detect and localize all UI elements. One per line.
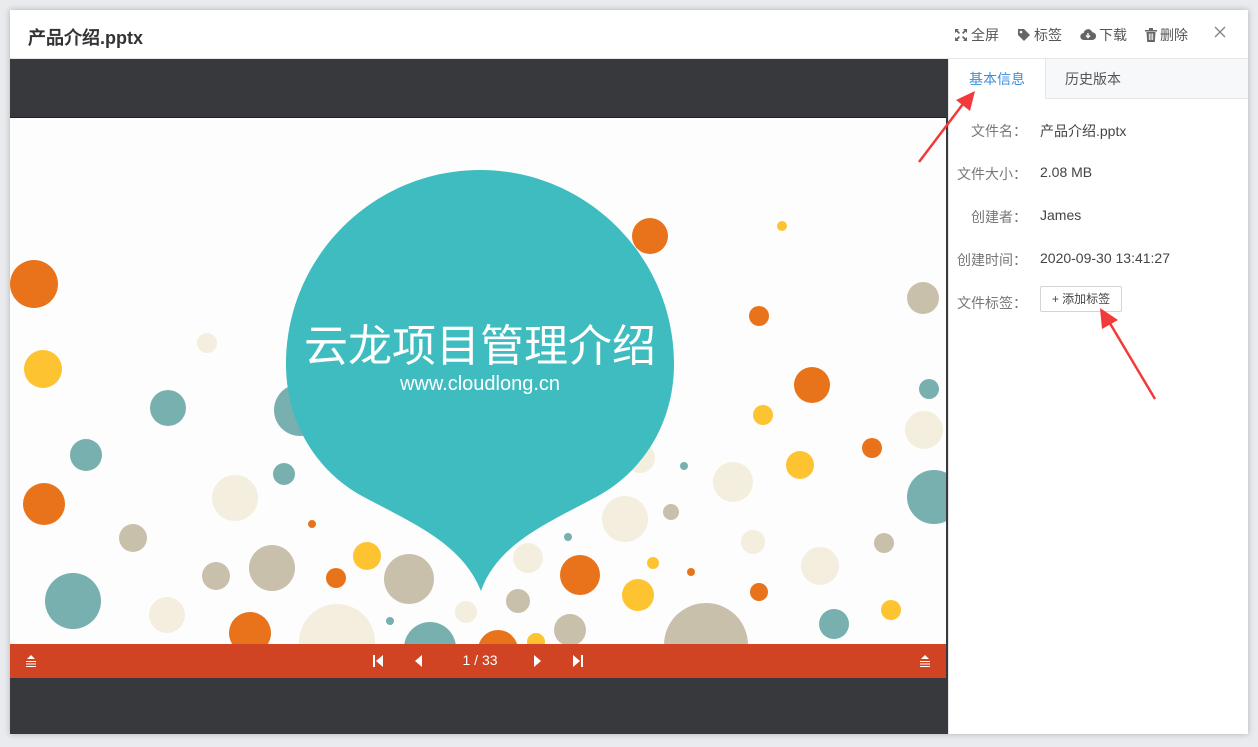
skip-to-start-icon bbox=[373, 655, 383, 667]
caret-left-icon bbox=[415, 655, 422, 667]
trash-icon bbox=[1145, 28, 1157, 42]
expand-icon bbox=[955, 29, 967, 41]
last-page-button[interactable] bbox=[570, 644, 586, 678]
page-indicator: 1 / 33 bbox=[462, 652, 498, 668]
close-icon[interactable] bbox=[1210, 22, 1230, 42]
tag-icon bbox=[1018, 29, 1030, 41]
previous-page-button[interactable] bbox=[410, 644, 426, 678]
download-button[interactable]: 下载 bbox=[1080, 25, 1127, 45]
annotation-arrow-icon bbox=[1100, 308, 1157, 400]
delete-label: 删除 bbox=[1160, 27, 1188, 43]
toggle-toolbar-right-button[interactable] bbox=[916, 644, 934, 678]
field-value: James bbox=[1040, 207, 1082, 223]
menu-collapse-icon bbox=[920, 655, 930, 667]
cloud-download-icon bbox=[1080, 29, 1096, 41]
field-label: 创建时间： bbox=[957, 252, 1027, 268]
caret-right-icon bbox=[534, 655, 541, 667]
download-label: 下载 bbox=[1099, 27, 1127, 43]
slide-navigation-bar: 1 / 33 bbox=[10, 644, 946, 678]
tab-version-history[interactable]: 历史版本 bbox=[1045, 59, 1141, 98]
toggle-toolbar-left-button[interactable] bbox=[22, 644, 40, 678]
document-viewer: 云龙项目管理介绍 www.cloudlong.cn 1 / 33 bbox=[10, 59, 948, 734]
skip-to-end-icon bbox=[573, 655, 583, 667]
tag-button[interactable]: 标签 bbox=[1017, 25, 1062, 45]
tag-label: 标签 bbox=[1034, 27, 1062, 43]
annotation-arrow-icon bbox=[918, 91, 975, 163]
dialog-title: 产品介绍.pptx bbox=[28, 28, 143, 48]
slide-title: 云龙项目管理介绍 bbox=[304, 321, 656, 372]
file-preview-dialog: 产品介绍.pptx 全屏 标签 下载 删除 云龙项目管理介绍 www.cloud… bbox=[10, 10, 1248, 734]
field-value: 2020-09-30 13:41:27 bbox=[1040, 250, 1170, 266]
field-label: 创建者： bbox=[971, 209, 1027, 225]
field-value: 2.08 MB bbox=[1040, 164, 1093, 180]
sidebar-tabs: 基本信息 历史版本 bbox=[949, 59, 1248, 99]
field-label: 文件标签： bbox=[957, 295, 1027, 311]
delete-button[interactable]: 删除 bbox=[1145, 25, 1188, 45]
fullscreen-button[interactable]: 全屏 bbox=[954, 25, 999, 45]
slide-graphic: 云龙项目管理介绍 www.cloudlong.cn bbox=[10, 118, 946, 645]
slide-canvas: 云龙项目管理介绍 www.cloudlong.cn bbox=[10, 117, 946, 645]
dialog-header: 产品介绍.pptx 全屏 标签 下载 删除 bbox=[10, 10, 1248, 59]
next-page-button[interactable] bbox=[530, 644, 546, 678]
slide-subtitle: www.cloudlong.cn bbox=[399, 373, 560, 395]
fullscreen-label: 全屏 bbox=[971, 27, 999, 43]
header-actions: 全屏 标签 下载 删除 bbox=[936, 25, 1188, 45]
first-page-button[interactable] bbox=[370, 644, 386, 678]
field-value: 产品介绍.pptx bbox=[1040, 123, 1127, 139]
menu-collapse-icon bbox=[26, 655, 36, 667]
